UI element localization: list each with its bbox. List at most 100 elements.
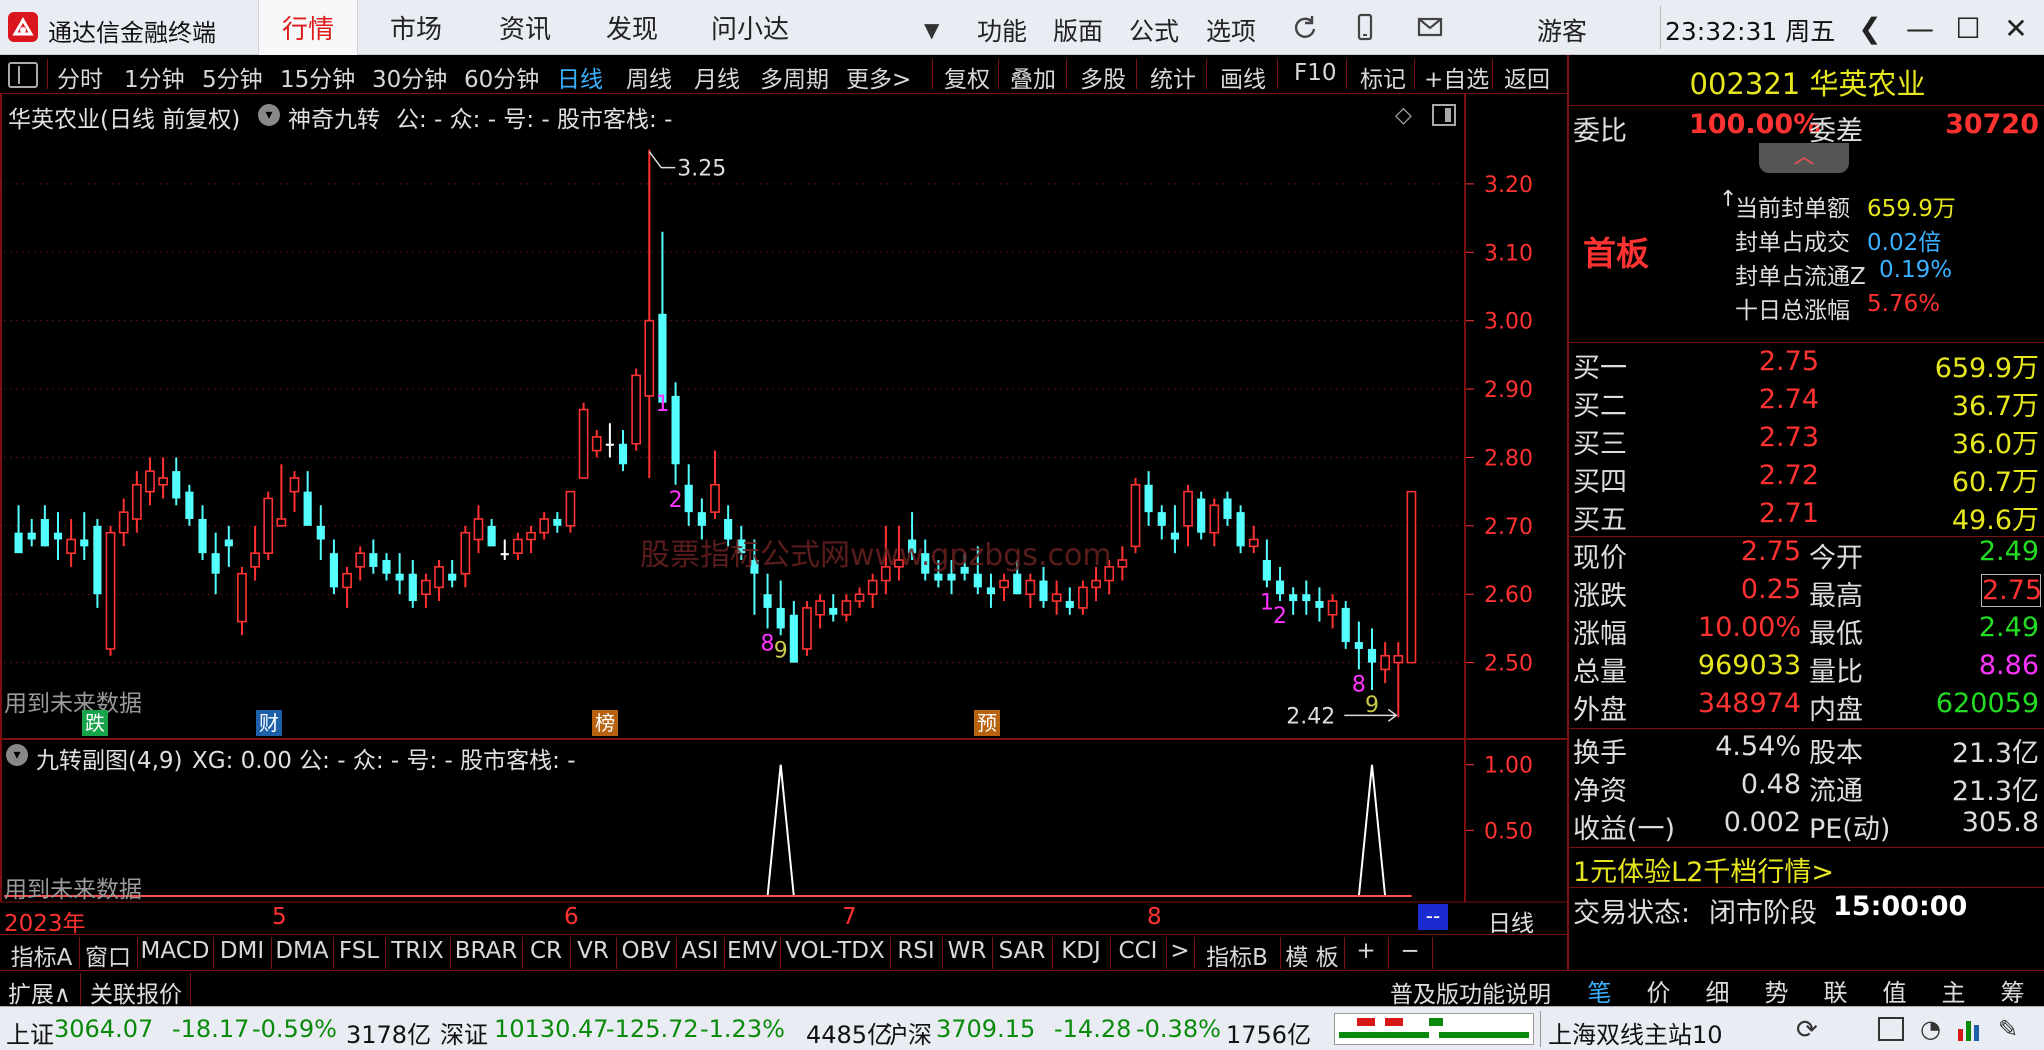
related-quotes-button[interactable]: 关联报价 xyxy=(90,975,182,1009)
refresh-connection-icon[interactable]: ⟳ xyxy=(1796,1015,1818,1045)
back-chevron-left-icon[interactable]: ❮ xyxy=(1850,8,1890,48)
indicator-tab[interactable]: 模 板 xyxy=(1280,938,1344,972)
divider xyxy=(1569,728,2044,729)
menu-function[interactable]: 功能 xyxy=(977,12,1027,48)
indicator-tab[interactable]: DMI xyxy=(213,938,271,964)
nav-tab-market[interactable]: 市场 xyxy=(366,0,466,55)
sh-label[interactable]: 上证 xyxy=(6,1015,54,1050)
sz-label[interactable]: 深证 xyxy=(440,1015,488,1050)
notepad-icon[interactable] xyxy=(1878,1017,1904,1041)
menu-layout[interactable]: 版面 xyxy=(1053,12,1103,48)
right-tab[interactable]: 筹 xyxy=(1983,973,2042,1008)
mail-icon[interactable] xyxy=(1415,12,1445,42)
nine-turn-mark: 8 xyxy=(1352,672,1366,697)
period-tab-weekly[interactable]: 周线 xyxy=(626,60,672,94)
right-tab[interactable]: 联 xyxy=(1806,973,1865,1008)
right-tab[interactable]: 笔 xyxy=(1570,973,1629,1008)
chart-indicator-name[interactable]: 神奇九转 xyxy=(288,100,380,134)
settings-tool-icon[interactable]: ✎ xyxy=(1998,1015,2018,1043)
indicator-tab[interactable]: RSI xyxy=(890,938,942,964)
refresh-icon[interactable] xyxy=(1290,12,1320,42)
indicator-tab[interactable]: MACD xyxy=(137,938,213,964)
hs-label[interactable]: 沪深 xyxy=(884,1015,932,1050)
collapse-chevron-up-icon[interactable]: ︿ xyxy=(1759,143,1849,173)
indicator-tab[interactable]: TRIX xyxy=(385,938,450,964)
panel-layout-icon[interactable] xyxy=(1432,104,1456,126)
expand-button[interactable]: 扩展∧ xyxy=(8,975,71,1009)
guest-user-label[interactable]: 游客 xyxy=(1537,12,1587,48)
minimize-icon[interactable]: — xyxy=(1900,8,1940,48)
event-badge-drop[interactable]: 跌 xyxy=(82,710,108,736)
diamond-icon[interactable]: ◇ xyxy=(1395,103,1412,128)
indicator-tab[interactable]: + xyxy=(1344,938,1388,964)
indicator-tab[interactable]: − xyxy=(1388,938,1432,964)
right-tab[interactable]: 值 xyxy=(1865,973,1924,1008)
sub-indicator-chevron-icon[interactable]: ▾ xyxy=(6,744,28,766)
indicator-tab[interactable]: 指标A xyxy=(4,938,79,972)
nav-tab-ask-xiaoda[interactable]: 问小达 xyxy=(690,0,810,55)
maximize-icon[interactable]: ☐ xyxy=(1948,8,1988,48)
tool-overlay[interactable]: 叠加 xyxy=(1010,60,1056,94)
close-icon[interactable]: ✕ xyxy=(1996,8,2036,48)
period-tab-60min[interactable]: 60分钟 xyxy=(464,60,539,94)
event-badge-forecast[interactable]: 预 xyxy=(974,710,1000,736)
nav-tab-discover[interactable]: 发现 xyxy=(582,0,682,55)
indicator-tab[interactable]: CR xyxy=(522,938,570,964)
stats-bar-icon[interactable] xyxy=(1956,1015,1982,1043)
period-tab-monthly[interactable]: 月线 xyxy=(694,60,740,94)
period-tab-multi[interactable]: 多周期 xyxy=(760,60,829,94)
indicator-tab[interactable]: FSL xyxy=(333,938,385,964)
menu-formula[interactable]: 公式 xyxy=(1129,12,1179,48)
mobile-phone-icon[interactable] xyxy=(1350,12,1380,42)
panel-toggle-icon[interactable] xyxy=(8,62,38,88)
feature-guide-link[interactable]: 普及版功能说明 xyxy=(1390,975,1551,1009)
nav-more-chevron-down-icon[interactable]: ▼ xyxy=(924,18,939,42)
indicator-tab[interactable]: CCI xyxy=(1110,938,1166,964)
indicator-tab[interactable]: > xyxy=(1166,938,1194,964)
kline-chart[interactable]: 3.252.42128 91289 3.203.103.002.902.802.7… xyxy=(0,94,1567,934)
period-tab-5min[interactable]: 5分钟 xyxy=(202,60,263,94)
indicator-tab[interactable]: 指标B xyxy=(1194,938,1280,972)
alert-icon[interactable]: ◔ xyxy=(1920,1015,1941,1043)
indicator-tab[interactable]: VOL-TDX xyxy=(780,938,890,964)
nav-tab-news[interactable]: 资讯 xyxy=(475,0,575,55)
period-tab-daily[interactable]: 日线 xyxy=(557,60,603,94)
indicator-tab[interactable]: KDJ xyxy=(1052,938,1110,964)
tool-draw-line[interactable]: 画线 xyxy=(1220,60,1266,94)
indicator-tab[interactable]: SAR xyxy=(992,938,1052,964)
tool-multi-stock[interactable]: 多股 xyxy=(1080,60,1126,94)
menu-options[interactable]: 选项 xyxy=(1206,12,1256,48)
right-tab[interactable]: 主 xyxy=(1924,973,1983,1008)
period-tab-intraday[interactable]: 分时 xyxy=(57,60,103,94)
tool-statistics[interactable]: 统计 xyxy=(1150,60,1196,94)
tool-add-watchlist[interactable]: +自选 xyxy=(1424,60,1489,94)
indicator-dropdown-chevron-icon[interactable]: ▾ xyxy=(258,104,280,126)
right-tab[interactable]: 势 xyxy=(1747,973,1806,1008)
nav-tab-quotes[interactable]: 行情 xyxy=(258,0,358,55)
indicator-tab[interactable]: 窗口 xyxy=(79,938,137,972)
tool-back[interactable]: 返回 xyxy=(1504,60,1550,94)
right-tab[interactable]: 价 xyxy=(1629,973,1688,1008)
indicator-tab[interactable]: VR xyxy=(570,938,616,964)
period-tab-more[interactable]: 更多> xyxy=(846,60,911,94)
indicator-tab[interactable]: DMA xyxy=(271,938,333,964)
tool-f10[interactable]: F10 xyxy=(1294,60,1337,86)
indicator-tab[interactable]: BRAR xyxy=(450,938,522,964)
market-breadth-bars[interactable] xyxy=(1334,1013,1534,1045)
right-tab[interactable]: 细 xyxy=(1688,973,1747,1008)
l2-promo-link[interactable]: 1元体验L2千档行情> xyxy=(1573,850,1834,889)
event-badge-finance[interactable]: 财 xyxy=(256,710,282,736)
indicator-tab[interactable]: OBV xyxy=(616,938,676,964)
indicator-tab[interactable]: ASI xyxy=(676,938,724,964)
tool-restore-rights[interactable]: 复权 xyxy=(944,60,990,94)
indicator-tab[interactable]: EMV xyxy=(724,938,780,964)
sub-indicator-name[interactable]: 九转副图(4,9) xyxy=(36,741,183,775)
server-name[interactable]: 上海双线主站10 xyxy=(1548,1015,1723,1050)
indicator-tab[interactable]: WR xyxy=(942,938,992,964)
event-badge-list[interactable]: 榜 xyxy=(592,710,618,736)
tool-mark[interactable]: 标记 xyxy=(1360,60,1406,94)
period-tab-1min[interactable]: 1分钟 xyxy=(124,60,185,94)
period-tab-15min[interactable]: 15分钟 xyxy=(280,60,355,94)
x-axis-scroll-indicator[interactable]: -- xyxy=(1418,904,1448,930)
period-tab-30min[interactable]: 30分钟 xyxy=(372,60,447,94)
